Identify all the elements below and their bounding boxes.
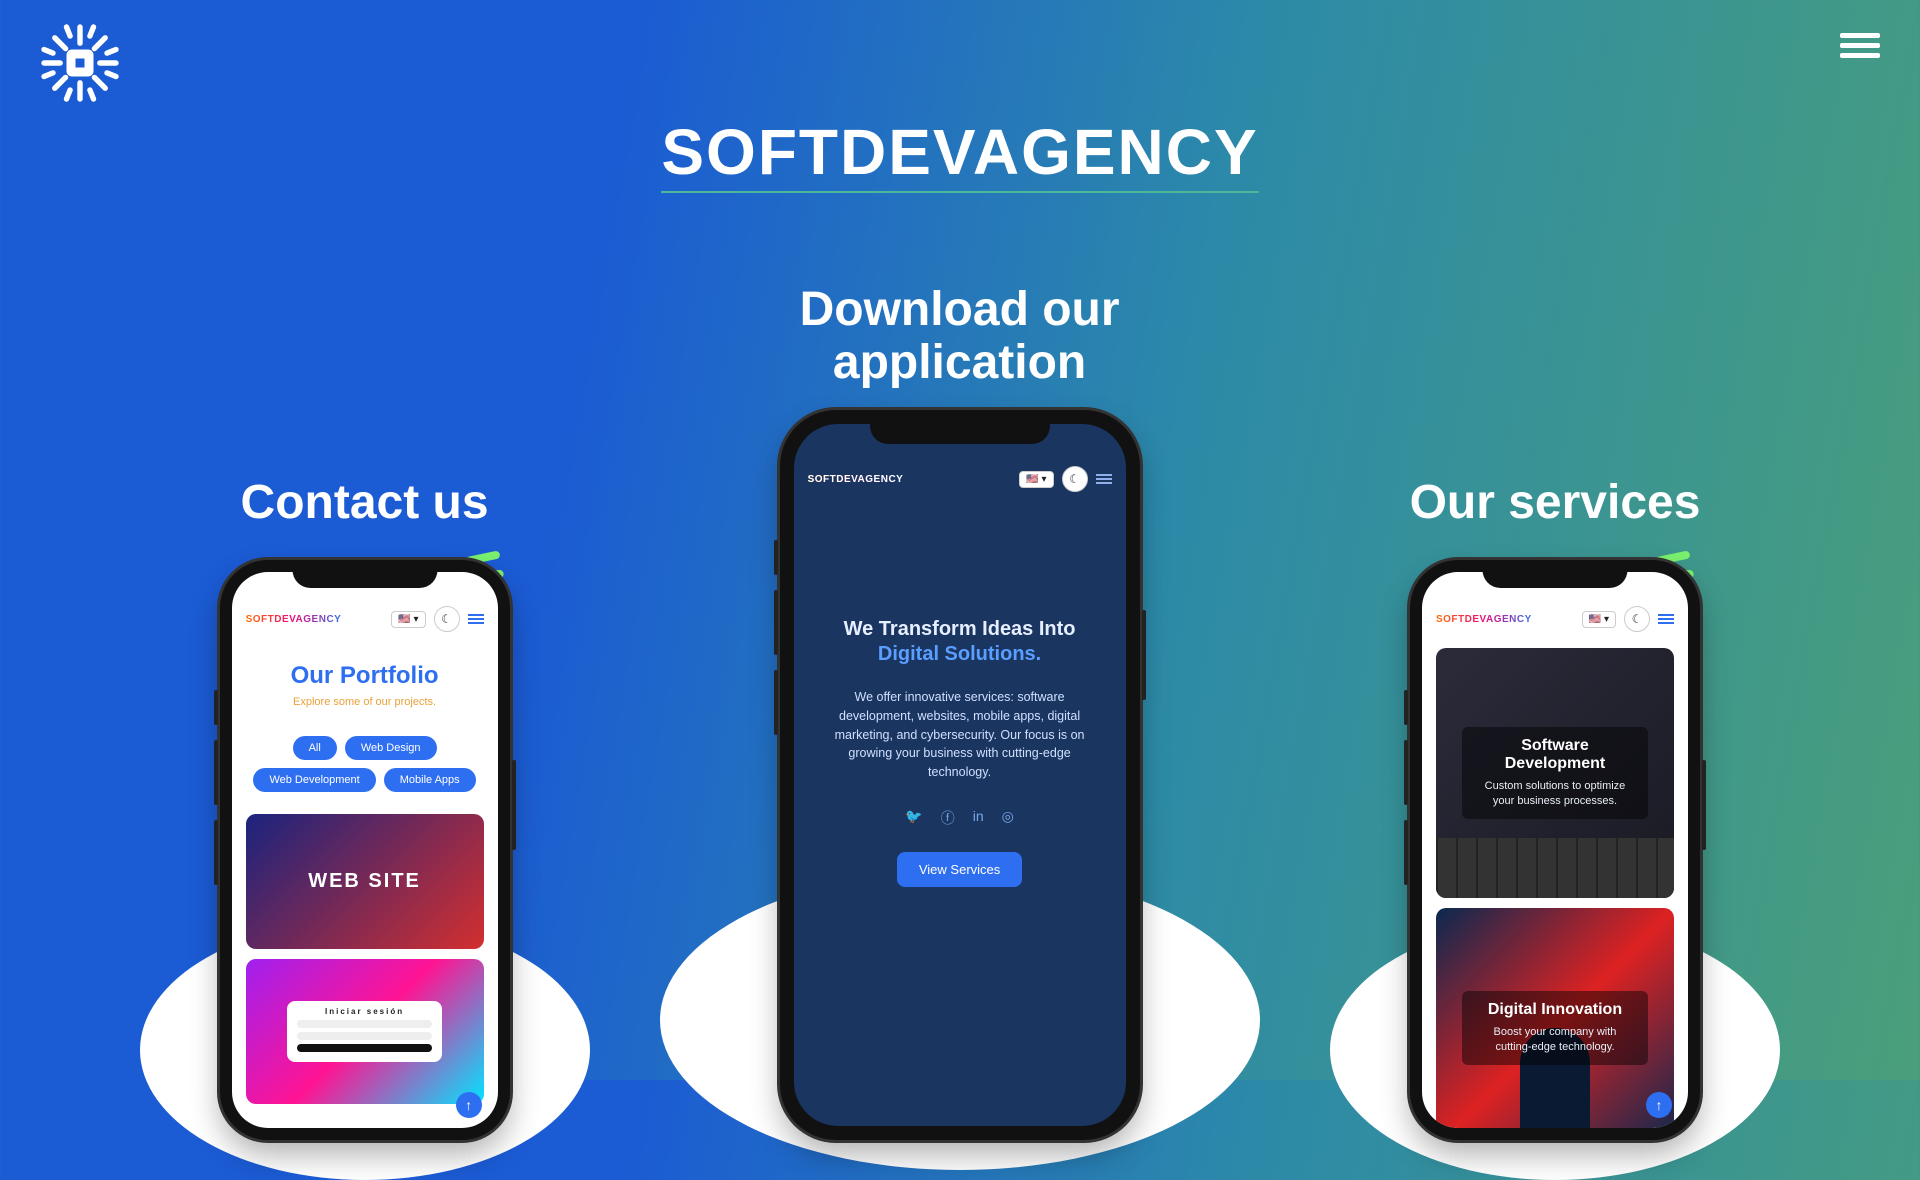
contact-heading: Contact us bbox=[241, 477, 489, 530]
dark-mode-toggle[interactable]: ☾ bbox=[1624, 606, 1650, 632]
instagram-icon[interactable]: ◎ bbox=[1002, 808, 1014, 828]
linkedin-icon[interactable]: in bbox=[973, 808, 984, 828]
facebook-icon[interactable]: ⓕ bbox=[941, 808, 955, 828]
mini-hamburger-icon[interactable] bbox=[1096, 472, 1112, 486]
page-title: SOFTDEVAGENCY bbox=[661, 115, 1258, 193]
view-services-button[interactable]: View Services bbox=[897, 852, 1022, 887]
service-card-innovation[interactable]: Digital Innovation Boost your company wi… bbox=[1436, 908, 1674, 1128]
hero-line2: Digital Solutions. bbox=[816, 643, 1104, 666]
portfolio-title: Our Portfolio bbox=[232, 662, 498, 690]
laptop-graphic bbox=[1436, 838, 1674, 898]
portfolio-subtitle: Explore some of our projects. bbox=[232, 696, 498, 708]
language-selector[interactable]: 🇺🇸▾ bbox=[391, 611, 425, 628]
service-card-software[interactable]: Software Development Custom solutions to… bbox=[1436, 648, 1674, 898]
filter-pill[interactable]: All bbox=[293, 736, 337, 760]
dark-mode-toggle[interactable]: ☾ bbox=[1062, 466, 1088, 492]
scroll-top-fab[interactable]: ↑ bbox=[456, 1092, 482, 1118]
feature-services: Our services SOFTDEVAGENCY 🇺🇸▾ ☾ bbox=[1410, 477, 1701, 1140]
hamburger-menu-icon[interactable] bbox=[1840, 28, 1880, 63]
portfolio-card-login[interactable]: Iniciar sesión bbox=[246, 959, 484, 1104]
service-title: Digital Innovation bbox=[1476, 1001, 1634, 1019]
feature-contact: Contact us SOFTDEVAGENCY 🇺🇸▾ ☾ bbox=[220, 477, 510, 1140]
phone-mock-portfolio[interactable]: SOFTDEVAGENCY 🇺🇸▾ ☾ Our Portfolio Explor… bbox=[220, 560, 510, 1140]
filter-pill[interactable]: Web Design bbox=[345, 736, 437, 760]
service-body: Custom solutions to optimize your busine… bbox=[1476, 779, 1634, 809]
scroll-top-fab[interactable]: ↑ bbox=[1646, 1092, 1672, 1118]
hero-line1: We Transform Ideas Into bbox=[816, 618, 1104, 641]
hero-body: We offer innovative services: software d… bbox=[816, 688, 1104, 782]
twitter-icon[interactable]: 🐦 bbox=[905, 808, 922, 828]
mini-brand: SOFTDEVAGENCY bbox=[808, 474, 904, 485]
mini-brand: SOFTDEVAGENCY bbox=[1436, 614, 1532, 625]
mini-brand: SOFTDEVAGENCY bbox=[246, 614, 342, 625]
dark-mode-toggle[interactable]: ☾ bbox=[434, 606, 460, 632]
service-body: Boost your company with cutting-edge tec… bbox=[1476, 1025, 1634, 1055]
mini-hamburger-icon[interactable] bbox=[1658, 612, 1674, 626]
portfolio-card-website[interactable]: WEB SITE bbox=[246, 814, 484, 949]
feature-download: Download our application SOFTDEVAGENCY 🇺… bbox=[760, 284, 1160, 1140]
mini-hamburger-icon[interactable] bbox=[468, 612, 484, 626]
service-title: Software Development bbox=[1476, 737, 1634, 773]
language-selector[interactable]: 🇺🇸▾ bbox=[1582, 611, 1616, 628]
filter-pill[interactable]: Web Development bbox=[253, 768, 375, 792]
company-logo[interactable] bbox=[35, 18, 125, 108]
download-heading: Download our application bbox=[760, 284, 1160, 390]
phone-mock-hero[interactable]: SOFTDEVAGENCY 🇺🇸▾ ☾ We Transform Ideas I… bbox=[780, 410, 1140, 1140]
language-selector[interactable]: 🇺🇸▾ bbox=[1019, 471, 1053, 488]
filter-pill[interactable]: Mobile Apps bbox=[384, 768, 476, 792]
phone-mock-services[interactable]: SOFTDEVAGENCY 🇺🇸▾ ☾ Software Development… bbox=[1410, 560, 1700, 1140]
